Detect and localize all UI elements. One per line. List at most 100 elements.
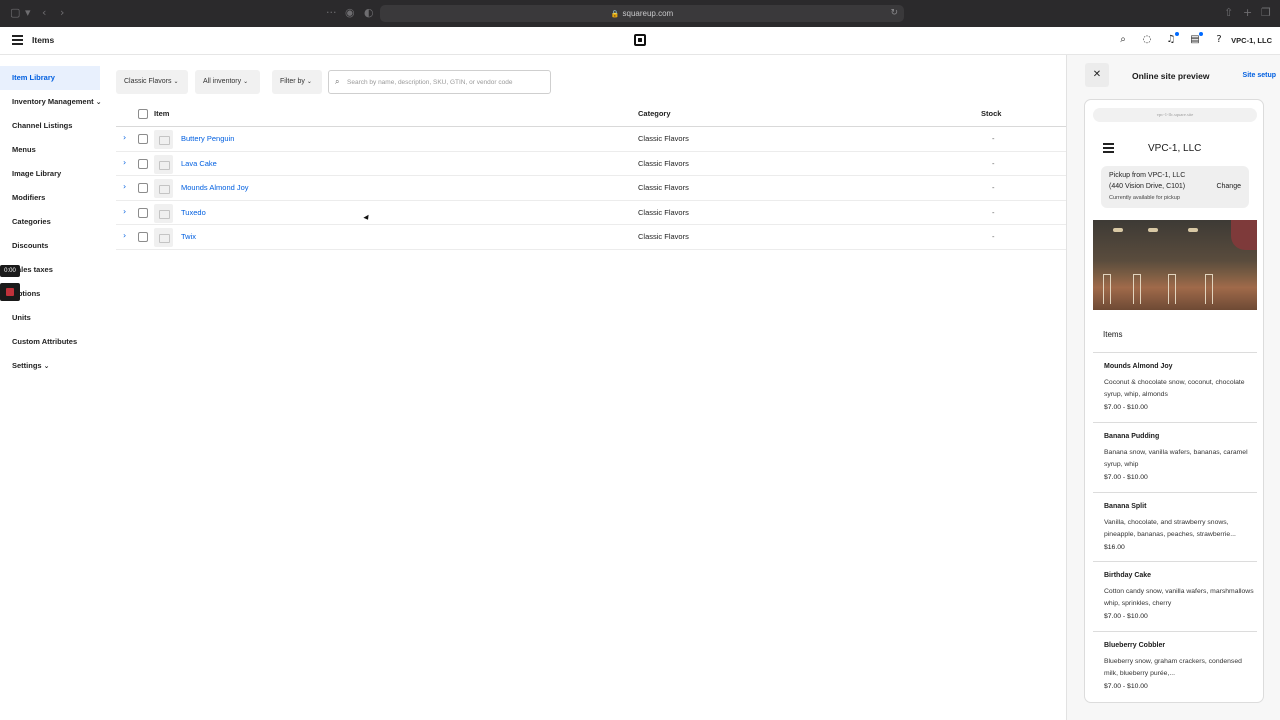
menu-icon[interactable] <box>1103 143 1114 153</box>
site-preview-frame: vpc-1-llc.square.site VPC-1, LLC Pickup … <box>1084 99 1264 703</box>
search-input[interactable] <box>347 75 547 90</box>
menu-item-price: $7.00 - $10.00 <box>1104 613 1148 620</box>
sidebar-item-modifiers[interactable]: Modifiers <box>0 186 100 210</box>
search-icon: ⌕ <box>335 77 340 86</box>
select-all-checkbox[interactable] <box>138 109 148 119</box>
expand-icon[interactable]: › <box>123 182 126 191</box>
table-row[interactable]: › Buttery Penguin Classic Flavors - <box>116 127 1066 152</box>
sidebar-item-item-library[interactable]: Item Library <box>0 66 100 90</box>
new-tab-icon[interactable]: + <box>1243 7 1252 19</box>
sidebar-item-channel-listings[interactable]: Channel Listings <box>0 114 100 138</box>
inventory-filter-button[interactable]: All inventory ⌄ <box>195 70 260 94</box>
menu-item-price: $7.00 - $10.00 <box>1104 404 1148 411</box>
forward-icon[interactable]: › <box>60 7 64 19</box>
row-checkbox[interactable] <box>138 134 148 144</box>
app-header: Items ⌕ ◌ ♫ ▤ ? VPC-1, LLC <box>0 27 1280 55</box>
square-logo[interactable] <box>634 34 646 46</box>
plant-shape <box>1231 220 1257 250</box>
row-checkbox[interactable] <box>138 183 148 193</box>
chair-shape <box>1205 274 1213 304</box>
reload-icon[interactable]: ↻ <box>890 5 898 22</box>
sidebar-item-inventory-management[interactable]: Inventory Management ⌄ <box>0 90 102 114</box>
image-placeholder-icon <box>154 203 173 223</box>
messages-icon[interactable]: ◌ <box>1140 33 1154 47</box>
page-title: Items <box>32 35 55 45</box>
table-row[interactable]: › Tuxedo Classic Flavors - <box>116 201 1066 225</box>
sidebar-item-label: Categories <box>12 217 51 226</box>
search-icon[interactable]: ⌕ <box>1116 33 1130 47</box>
sidebar-item-units[interactable]: Units <box>0 306 100 330</box>
item-name-link[interactable]: Twix <box>181 232 196 241</box>
search-field[interactable]: ⌕ <box>328 70 551 94</box>
stop-recording-button[interactable] <box>0 283 20 301</box>
table-row[interactable]: › Lava Cake Classic Flavors - <box>116 152 1066 176</box>
item-name-link[interactable]: Lava Cake <box>181 159 217 168</box>
menu-icon[interactable] <box>12 35 23 45</box>
chevron-down-icon: ⌄ <box>173 78 179 85</box>
table-row[interactable]: › Twix Classic Flavors - <box>116 225 1066 250</box>
pickup-location: Pickup from VPC-1, LLC <box>1109 172 1186 179</box>
item-category: Classic Flavors <box>638 183 689 192</box>
menu-item[interactable]: Birthday Cake Cotton candy snow, vanilla… <box>1093 561 1257 631</box>
menu-item[interactable]: Banana Pudding Banana snow, vanilla wafe… <box>1093 422 1257 492</box>
inventory-filter-label: All inventory <box>203 78 242 85</box>
menu-item[interactable]: Blueberry Cobbler Blueberry snow, graham… <box>1093 631 1257 701</box>
sidebar-item-custom-attributes[interactable]: Custom Attributes <box>0 330 100 354</box>
category-filter-button[interactable]: Classic Flavors ⌄ <box>116 70 188 94</box>
more-icon[interactable]: ··· <box>326 7 337 19</box>
menu-item-name: Banana Pudding <box>1104 433 1160 440</box>
change-pickup-button[interactable]: Change <box>1216 183 1241 190</box>
image-placeholder-icon <box>154 179 173 198</box>
item-name-link[interactable]: Buttery Penguin <box>181 134 234 143</box>
column-header-category[interactable]: Category <box>638 102 671 126</box>
back-icon[interactable]: ‹ <box>42 7 46 19</box>
sidebar-item-label: Modifiers <box>12 193 46 202</box>
help-icon[interactable]: ? <box>1212 33 1226 47</box>
item-name-link[interactable]: Tuxedo <box>181 208 206 217</box>
row-checkbox[interactable] <box>138 232 148 242</box>
sidebar-item-discounts[interactable]: Discounts <box>0 234 100 258</box>
menu-item-name: Banana Split <box>1104 503 1147 510</box>
expand-icon[interactable]: › <box>123 158 126 167</box>
expand-icon[interactable]: › <box>123 231 126 240</box>
close-button[interactable]: ✕ <box>1085 63 1109 87</box>
pickup-availability: Currently available for pickup <box>1109 195 1180 201</box>
item-stock: - <box>992 158 995 168</box>
privacy-icon[interactable]: ◉ <box>345 7 355 19</box>
expand-icon[interactable]: › <box>123 133 126 142</box>
item-stock: - <box>992 183 995 192</box>
sidebar-item-settings[interactable]: Settings ⌄ <box>0 354 100 378</box>
table-row[interactable]: › Mounds Almond Joy Classic Flavors - <box>116 176 1066 201</box>
sidebar-item-image-library[interactable]: Image Library <box>0 162 100 186</box>
menu-item-name: Blueberry Cobbler <box>1104 642 1166 649</box>
filter-by-button[interactable]: Filter by ⌄ <box>272 70 322 94</box>
menu-item[interactable]: Banana Split Vanilla, chocolate, and str… <box>1093 492 1257 562</box>
menu-item-description: Vanilla, chocolate, and strawberry snows… <box>1104 519 1236 538</box>
row-checkbox[interactable] <box>138 158 148 169</box>
site-setup-link[interactable]: Site setup <box>1243 72 1276 79</box>
pickup-card: Pickup from VPC-1, LLC (440 Vision Drive… <box>1101 166 1249 208</box>
sidebar-item-menus[interactable]: Menus <box>0 138 100 162</box>
org-name[interactable]: VPC-1, LLC <box>1231 36 1272 45</box>
column-header-stock[interactable]: Stock <box>981 102 1001 126</box>
sidebar-toggle-icon[interactable]: ▢ <box>10 7 20 19</box>
item-category: Classic Flavors <box>638 158 689 168</box>
sidebar: Item Library Inventory Management ⌄ Chann… <box>0 55 108 720</box>
menu-item-price: $16.00 <box>1104 544 1125 551</box>
preview-url-bar: vpc-1-llc.square.site <box>1093 108 1257 122</box>
item-name-link[interactable]: Mounds Almond Joy <box>181 183 249 192</box>
reader-icon[interactable]: ◐ <box>364 7 374 19</box>
chevron-down-icon: ⌄ <box>243 78 249 85</box>
address-bar[interactable]: 🔒 squareup.com ↻ <box>380 5 904 22</box>
row-checkbox[interactable] <box>138 207 148 218</box>
chevron-down-icon[interactable]: ▾ <box>25 7 31 19</box>
tabs-overview-icon[interactable]: ❐ <box>1261 7 1271 19</box>
menu-item-name: Mounds Almond Joy <box>1104 363 1173 370</box>
notification-dot <box>1175 32 1179 36</box>
store-name: VPC-1, LLC <box>1148 143 1202 154</box>
menu-item[interactable]: Mounds Almond Joy Coconut & chocolate sn… <box>1093 352 1257 422</box>
expand-icon[interactable]: › <box>123 207 126 216</box>
column-header-item[interactable]: Item <box>154 102 169 126</box>
share-icon[interactable]: ⇧ <box>1224 7 1233 19</box>
sidebar-item-categories[interactable]: Categories <box>0 210 100 234</box>
